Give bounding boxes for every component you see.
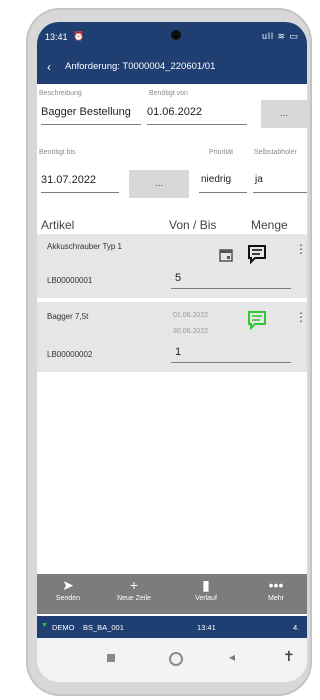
benoetigt-von-picker-button[interactable]: ... xyxy=(261,100,307,128)
bottom-action-bar: ➤ Senden + Neue Zeile ▮ Verlauf ••• Mehr xyxy=(37,574,307,614)
quantity-underline xyxy=(171,362,291,363)
benoetigt-von-field[interactable]: 01.06.2022 xyxy=(147,106,202,118)
selbstabholer-label: Selbstabholer xyxy=(254,149,297,156)
home-icon[interactable] xyxy=(169,652,183,666)
calendar-icon[interactable] xyxy=(219,248,233,267)
more-label: Mehr xyxy=(268,595,284,602)
camera-hole xyxy=(171,30,181,40)
beschreibung-field[interactable]: Bagger Bestellung xyxy=(41,106,131,118)
table-row[interactable]: Akkuschrauber Typ 1 ⋮ LB00000001 5 xyxy=(37,234,307,298)
more-button[interactable]: ••• Mehr xyxy=(249,577,303,602)
send-icon: ➤ xyxy=(62,577,74,593)
beschreibung-underline xyxy=(41,124,141,125)
item-date-to: 30.06.2022 xyxy=(173,328,209,335)
more-horiz-icon: ••• xyxy=(268,577,284,593)
note-icon-active[interactable] xyxy=(247,310,267,335)
info-bar: ▼ DEMO BS_BA_001 13:41 4. xyxy=(37,616,307,638)
status-bar: 13:41 ⏰ ull ≋ ▭ xyxy=(37,22,307,50)
benoetigt-bis-picker-button[interactable]: ... xyxy=(129,170,189,198)
history-icon: ▮ xyxy=(202,577,210,593)
more-vert-icon[interactable]: ⋮ xyxy=(295,310,307,324)
back-icon[interactable]: ‹ xyxy=(47,60,51,74)
send-button[interactable]: ➤ Senden xyxy=(41,577,95,602)
item-name: Akkuschrauber Typ 1 xyxy=(47,242,123,251)
quantity-underline xyxy=(171,288,291,289)
item-code: LB00000001 xyxy=(47,276,93,285)
benoetigt-bis-underline xyxy=(41,192,119,193)
item-code: LB00000002 xyxy=(47,350,93,359)
history-button[interactable]: ▮ Verlauf xyxy=(179,577,233,602)
plus-icon: + xyxy=(129,577,139,593)
benoetigt-bis-field[interactable]: 31.07.2022 xyxy=(41,174,96,186)
more-vert-icon[interactable]: ⋮ xyxy=(295,242,307,256)
beschreibung-label: Beschreibung xyxy=(39,90,82,97)
picker-label: ... xyxy=(154,178,164,189)
selbstabholer-select[interactable]: ja xyxy=(255,174,263,185)
system-icons: ull ≋ ▭ xyxy=(261,31,299,41)
system-nav-bar: ◂ ✝ xyxy=(37,638,307,682)
prioritaet-label: Priorität xyxy=(209,149,234,156)
status-time: 13:41 xyxy=(45,32,68,42)
picker-label: ... xyxy=(279,108,289,119)
accessibility-icon[interactable]: ✝ xyxy=(283,648,295,665)
app-bar: ‹ Anforderung: T0000004_220601/01 xyxy=(37,50,307,84)
item-date-from: 01.06.2022 xyxy=(173,312,209,319)
recents-icon[interactable] xyxy=(107,654,115,662)
new-row-button[interactable]: + Neue Zeile xyxy=(107,577,161,602)
item-quantity[interactable]: 1 xyxy=(175,346,181,358)
benoetigt-von-label: Benötigt von xyxy=(149,90,188,97)
app-screen: 13:41 ⏰ ull ≋ ▭ ‹ Anforderung: T0000004_… xyxy=(37,22,307,682)
history-label: Verlauf xyxy=(195,595,217,602)
back-nav-icon[interactable]: ◂ xyxy=(229,650,235,664)
send-label: Senden xyxy=(55,595,81,602)
column-header-artikel: Artikel xyxy=(41,218,75,232)
triangle-icon: ▼ xyxy=(41,622,48,629)
user-label: BS_BA_001 xyxy=(83,623,124,632)
column-header-von-bis: Von / Bis xyxy=(169,218,217,232)
prioritaet-underline xyxy=(199,192,247,193)
new-row-label: Neue Zeile xyxy=(117,595,151,602)
env-label: DEMO xyxy=(52,623,75,632)
benoetigt-von-underline xyxy=(147,124,247,125)
column-header-menge: Menge xyxy=(251,218,288,232)
selbstabholer-underline xyxy=(253,192,307,193)
table-row[interactable]: Bagger 7,5t 01.06.2022 30.06.2022 ⋮ LB00… xyxy=(37,302,307,372)
page-title: Anforderung: T0000004_220601/01 xyxy=(65,61,216,72)
note-icon[interactable] xyxy=(247,244,267,269)
info-extra: 4. xyxy=(293,623,300,632)
benoetigt-bis-label: Benötigt bis xyxy=(39,149,76,156)
item-quantity[interactable]: 5 xyxy=(175,272,181,284)
info-time: 13:41 xyxy=(197,623,216,632)
item-name: Bagger 7,5t xyxy=(47,312,89,321)
alarm-icon: ⏰ xyxy=(73,31,85,41)
prioritaet-select[interactable]: niedrig xyxy=(201,174,231,185)
